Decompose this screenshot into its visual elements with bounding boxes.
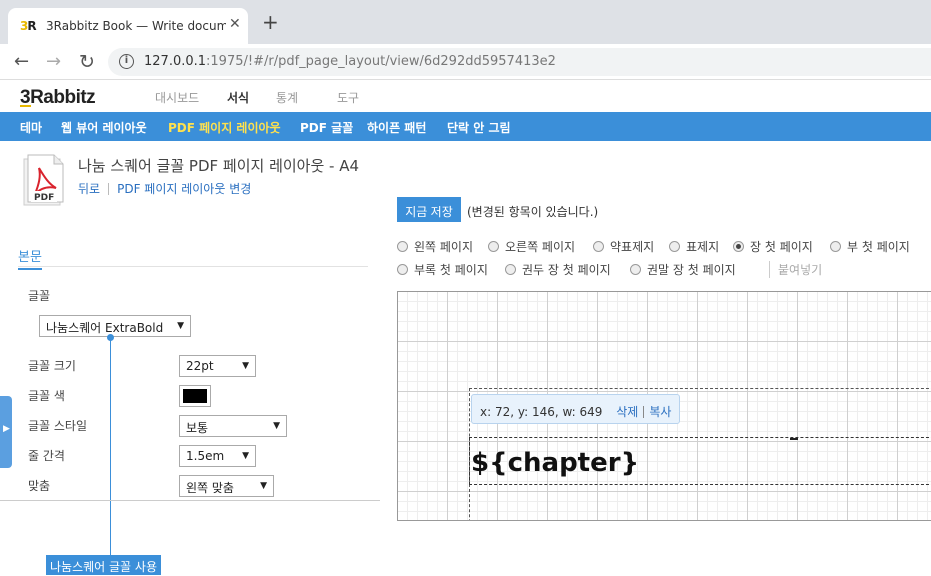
line-spacing-select[interactable]: 1.5em ▼ [179,445,256,467]
tab-pdf-font[interactable]: PDF 글꼴 [300,119,353,136]
dropdown-arrow-icon: ▼ [273,421,280,431]
radio-circle [488,241,499,252]
tab-theme[interactable]: 테마 [20,119,42,136]
radio-front-chapter-first-page[interactable]: 권두 장 첫 페이지 [505,261,611,278]
tab-web-viewer-layout[interactable]: 웹 뷰어 레이아웃 [61,119,147,136]
url-text: 127.0.0.1:1975/!#/r/pdf_page_layout/view… [144,54,556,69]
browser-tab-strip: 3R 3Rabbitz Book — Write documents ✕ + [0,0,931,44]
tab-title: 3Rabbitz Book — Write documents [46,19,226,33]
app-logo[interactable]: 3Rabbitz [20,86,114,114]
tab-hyphen-pattern[interactable]: 하이픈 패턴 [367,119,426,136]
align-select[interactable]: 왼쪽 맞춤 ▼ [179,475,274,497]
dropdown-arrow-icon: ▼ [177,321,184,331]
back-arrow-icon[interactable]: ← [14,51,29,72]
nav-format[interactable]: 서식 [227,89,249,106]
url-input[interactable]: i 127.0.0.1:1975/!#/r/pdf_page_layout/vi… [108,48,931,76]
back-link[interactable]: 뒤로 [78,182,100,196]
nav-dashboard[interactable]: 대시보드 [155,89,199,106]
browser-tab[interactable]: 3R 3Rabbitz Book — Write documents ✕ [8,8,248,44]
copy-element-button[interactable]: 복사 [649,405,671,419]
element-coordinates: x: 72, y: 146, w: 649 [480,405,603,419]
logo-text: 3Rabbitz [20,87,95,108]
page-title: 나눔 스퀘어 글꼴 PDF 페이지 레이아웃 - A4 [78,157,360,175]
font-size-value: 22pt [186,359,214,373]
address-bar: ← → ↻ i 127.0.0.1:1975/!#/r/pdf_page_lay… [0,44,931,80]
element-toolbar: x: 72, y: 146, w: 649 삭제 복사 [471,394,681,424]
font-style-value: 보통 [186,421,209,435]
radio-appendix-first-page[interactable]: 부록 첫 페이지 [397,261,488,278]
radio-circle [630,264,641,275]
font-size-label: 글꼴 크기 [28,359,76,373]
radio-half-title[interactable]: 약표제지 [593,238,654,255]
panel-bottom-divider [0,500,380,501]
svg-text:PDF: PDF [34,193,54,203]
change-layout-link[interactable]: PDF 페이지 레이아웃 변경 [117,182,251,196]
save-now-button[interactable]: 지금 저장 [397,197,461,222]
dropdown-arrow-icon: ▼ [260,481,267,491]
align-label: 맞춤 [28,479,51,493]
reload-icon[interactable]: ↻ [79,51,95,73]
radio-circle [397,241,408,252]
forward-arrow-icon[interactable]: → [46,51,61,72]
color-swatch-fill [183,389,207,403]
nav-tools[interactable]: 도구 [337,89,359,106]
link-divider [108,183,110,195]
dropdown-arrow-icon: ▼ [242,361,249,371]
dropdown-arrow-icon: ▼ [242,451,249,461]
rabbitz-logo-icon: 3Rabbitz [20,87,96,108]
resize-handle[interactable] [790,438,798,442]
section-divider [18,266,368,267]
new-tab-button[interactable]: + [262,12,279,32]
radio-right-page[interactable]: 오른쪽 페이지 [488,238,575,255]
radio-circle-selected [733,241,744,252]
radio-circle [830,241,841,252]
info-icon[interactable]: i [119,54,134,69]
font-color-picker[interactable] [179,385,211,407]
align-value: 왼쪽 맞춤 [186,481,234,495]
page-layout-canvas[interactable]: ${chapter} x: 72, y: 146, w: 649 삭제 복사 [397,291,931,521]
font-callout-label: 나눔스퀘어 글꼴 사용 [46,555,161,575]
toolbar-divider [643,406,645,418]
close-tab-icon[interactable]: ✕ [229,16,241,32]
unsaved-changes-note: (변경된 항목이 있습니다.) [467,205,599,219]
font-color-label: 글꼴 색 [28,389,65,403]
tab-inline-figure[interactable]: 단락 안 그림 [447,119,511,136]
chapter-placeholder-text[interactable]: ${chapter} [471,448,639,478]
pointer-line [110,338,111,556]
delete-element-button[interactable]: 삭제 [616,405,638,419]
line-spacing-value: 1.5em [186,449,225,463]
radio-circle [593,241,604,252]
radio-circle [505,264,516,275]
radio-left-page[interactable]: 왼쪽 페이지 [397,238,473,255]
font-label: 글꼴 [28,289,51,303]
paste-button[interactable]: 붙여넣기 [769,261,822,278]
radio-circle [669,241,680,252]
page-links: 뒤로 PDF 페이지 레이아웃 변경 [78,180,251,197]
radio-back-chapter-first-page[interactable]: 권말 장 첫 페이지 [630,261,736,278]
radio-title-page[interactable]: 표제지 [669,238,719,255]
radio-circle [397,264,408,275]
radio-chapter-first-page[interactable]: 장 첫 페이지 [733,238,813,255]
sub-navigation: 테마 웹 뷰어 레이아웃 PDF 페이지 레이아웃 PDF 글꼴 하이픈 패턴 … [0,112,931,141]
font-size-select[interactable]: 22pt ▼ [179,355,256,377]
nav-stats[interactable]: 통계 [276,89,298,106]
font-select[interactable]: 나눔스퀘어 ExtraBold ▼ [39,315,191,337]
font-style-label: 글꼴 스타일 [28,419,88,433]
chevron-right-icon: ▶ [3,424,10,434]
rabbitz-favicon-icon: 3R [20,19,37,33]
tab-pdf-page-layout[interactable]: PDF 페이지 레이아웃 [168,119,281,136]
font-style-select[interactable]: 보통 ▼ [179,415,287,437]
font-select-value: 나눔스퀘어 ExtraBold [46,321,164,335]
panel-toggle-handle[interactable]: ▶ [0,396,12,468]
radio-part-first-page[interactable]: 부 첫 페이지 [830,238,910,255]
line-spacing-label: 줄 간격 [28,449,65,463]
pdf-document-icon: PDF [23,154,64,206]
app-header: 3Rabbitz 대시보드 서식 통계 도구 [0,81,931,112]
